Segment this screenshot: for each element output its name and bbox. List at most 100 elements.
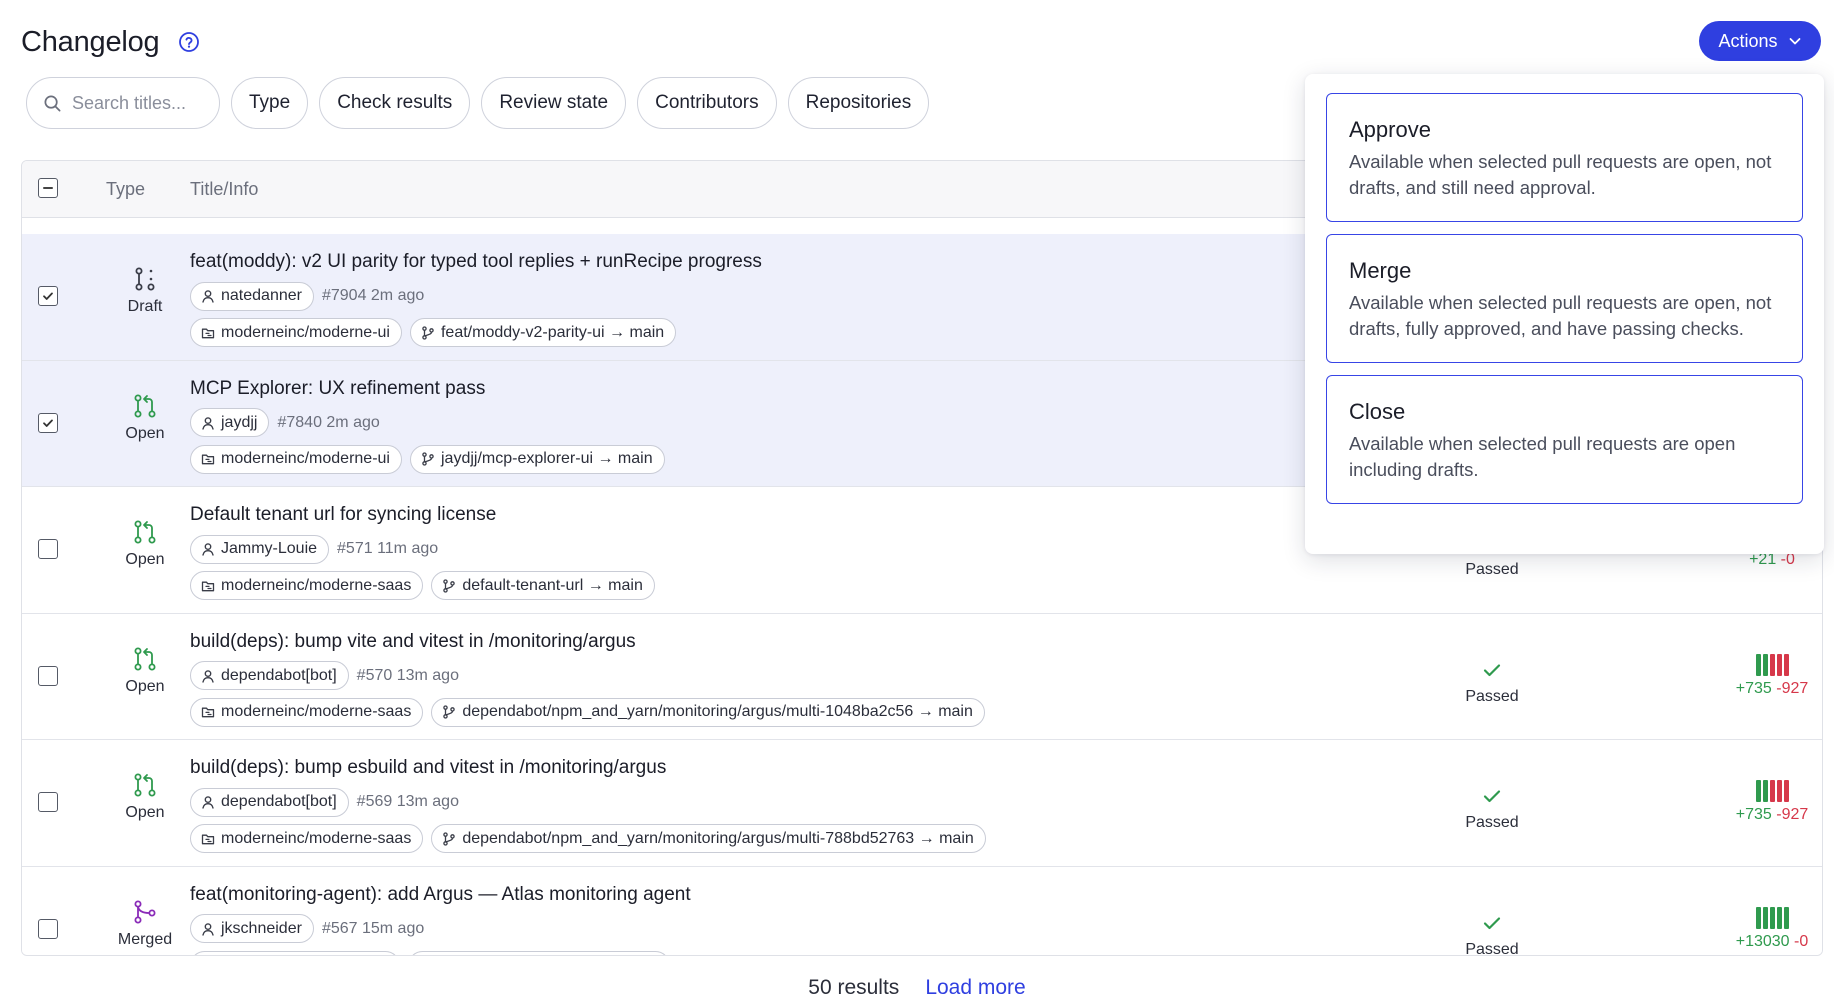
filter-chip-review-state[interactable]: Review state	[481, 77, 627, 129]
column-header-type[interactable]: Type	[106, 179, 145, 200]
check-status: Passed	[1427, 911, 1557, 955]
menu-item-description: Available when selected pull requests ar…	[1349, 433, 1736, 480]
pr-type: Open	[100, 393, 190, 443]
row-checkbox[interactable]	[38, 665, 58, 686]
pr-type-label: Merged	[117, 930, 173, 948]
author-name: dependabot[bot]	[221, 666, 337, 684]
additions: +735	[1735, 679, 1772, 697]
search-input[interactable]	[72, 92, 212, 114]
row-checkbox[interactable]	[38, 792, 58, 812]
pr-tags: moderneinc/moderne-ui feat/moddy-v2-parit…	[190, 318, 762, 348]
author-pill[interactable]: jaydjj	[190, 408, 270, 437]
pr-title[interactable]: build(deps): bump vite and vitest in /mo…	[190, 628, 985, 656]
column-header-title[interactable]: Title/Info	[190, 179, 258, 200]
deletions: -0	[1794, 932, 1809, 950]
table-row[interactable]: Open build(deps): bump esbuild and vitest…	[22, 740, 1822, 867]
minus-icon	[43, 187, 53, 189]
row-checkbox[interactable]	[38, 918, 58, 939]
diff-stats: +735 -927	[1722, 653, 1822, 698]
table-footer: 50 results Load more	[0, 976, 1834, 1000]
pr-meta: natedanner #7904 2m ago	[190, 281, 762, 311]
diff-text: +13030 -0	[1736, 933, 1809, 951]
filter-chip-type[interactable]: Type	[231, 77, 309, 129]
repo-name: moderneinc/moderne-ui	[221, 323, 390, 341]
pr-number-time: #7840 2m ago	[277, 413, 380, 431]
actions-button[interactable]: Actions	[1699, 21, 1821, 61]
branch-name: jaydjj/mcp-explorer-ui → main	[440, 450, 653, 467]
select-all-checkbox[interactable]	[38, 178, 58, 198]
pr-title[interactable]: Default tenant url for syncing license	[190, 501, 655, 529]
branch-icon	[443, 831, 456, 846]
row-checkbox[interactable]	[38, 539, 58, 559]
pr-tags: moderneinc/moderne-ui jaydjj/mcp-explorer…	[190, 444, 665, 475]
filter-chip-repositories[interactable]: Repositories	[787, 77, 930, 129]
repo-pill[interactable]: moderneinc/moderne-ui	[190, 444, 402, 474]
pr-title[interactable]: feat(moddy): v2 UI parity for typed tool…	[190, 248, 762, 276]
pr-info: feat(moddy): v2 UI parity for typed tool…	[190, 248, 762, 348]
pr-info: MCP Explorer: UX refinement pass jaydjj #7…	[190, 375, 665, 475]
menu-item-close[interactable]: Close Available when selected pull reque…	[1326, 375, 1803, 504]
pr-type: Open	[100, 646, 190, 696]
branch-pill[interactable]: default-tenant-url → main	[431, 571, 655, 600]
author-name: natedanner	[221, 287, 302, 304]
repo-pill[interactable]: moderneinc/moderne-saas	[190, 697, 424, 727]
repo-icon	[201, 834, 215, 844]
filter-chip-contributors[interactable]: Contributors	[637, 77, 777, 129]
pr-info: feat(monitoring-agent): add Argus — Atla…	[190, 881, 691, 955]
pr-meta: dependabot[bot] #570 13m ago	[190, 661, 985, 691]
search-box[interactable]	[26, 77, 220, 129]
repo-name: moderneinc/moderne-saas	[221, 703, 412, 720]
actions-menu: Approve Available when selected pull req…	[1305, 74, 1824, 554]
author-pill[interactable]: Jammy-Louie	[190, 534, 330, 564]
pr-type: Open	[100, 519, 190, 569]
filter-bar: Type Check results Review state Contribu…	[26, 77, 930, 129]
author-pill[interactable]: dependabot[bot]	[190, 661, 349, 690]
row-checkbox[interactable]	[38, 412, 58, 433]
repo-pill[interactable]	[190, 950, 400, 955]
repo-pill[interactable]: moderneinc/moderne-saas	[190, 824, 424, 853]
load-more-link[interactable]: Load more	[925, 976, 1025, 1000]
pr-number-time: #569 13m ago	[356, 793, 459, 810]
menu-item-merge[interactable]: Merge Available when selected pull reque…	[1326, 234, 1803, 363]
pr-meta: jkschneider #567 15m ago	[190, 914, 691, 944]
pr-info: Default tenant url for syncing license Ja…	[190, 501, 655, 601]
branch-pill[interactable]: feat/moddy-v2-parity-ui → main	[409, 318, 677, 347]
branch-pill[interactable]: dependabot/npm_and_yarn/monitoring/argus…	[431, 824, 986, 853]
page-title: Changelog	[21, 25, 160, 58]
diff-bar-add	[1776, 906, 1782, 929]
author-pill[interactable]: jkschneider	[190, 914, 314, 943]
help-icon[interactable]	[178, 31, 200, 53]
menu-item-title: Close	[1349, 399, 1406, 424]
branch-pill[interactable]: dependabot/npm_and_yarn/monitoring/argus…	[431, 697, 985, 727]
branch-pill[interactable]	[408, 950, 670, 955]
diff-bar-add	[1783, 906, 1789, 929]
table-row[interactable]: Open build(deps): bump vite and vitest in…	[22, 613, 1822, 740]
user-icon	[202, 796, 214, 809]
pr-type-label: Open	[125, 804, 165, 821]
repo-pill[interactable]: moderneinc/moderne-saas	[190, 571, 424, 600]
diff-bars	[1755, 780, 1789, 802]
branch-icon	[443, 578, 456, 593]
branch-icon	[443, 705, 456, 719]
author-pill[interactable]: dependabot[bot]	[190, 787, 349, 817]
pr-title[interactable]: feat(monitoring-agent): add Argus — Atla…	[190, 881, 691, 909]
diff-bar-add	[1755, 906, 1761, 929]
pr-title[interactable]: MCP Explorer: UX refinement pass	[190, 375, 665, 403]
table-row[interactable]: Merged feat(monitoring-agent): add Argus …	[22, 866, 1822, 955]
open-pr-icon	[132, 393, 158, 419]
repo-icon	[201, 328, 215, 338]
menu-item-title: Approve	[1349, 117, 1431, 142]
filter-chip-check-results[interactable]: Check results	[319, 77, 471, 129]
menu-item-description: Available when selected pull requests ar…	[1349, 151, 1772, 198]
author-pill[interactable]: natedanner	[190, 281, 314, 311]
check-icon	[1483, 663, 1501, 676]
pr-number-time: #567 15m ago	[321, 919, 425, 937]
pr-title[interactable]: build(deps): bump esbuild and vitest in …	[190, 754, 986, 782]
menu-item-title: Merge	[1349, 258, 1412, 283]
check-status-label: Passed	[1465, 814, 1519, 831]
menu-item-approve[interactable]: Approve Available when selected pull req…	[1326, 93, 1803, 222]
branch-icon	[422, 325, 434, 340]
repo-pill[interactable]: moderneinc/moderne-ui	[190, 318, 402, 347]
branch-pill[interactable]: jaydjj/mcp-explorer-ui → main	[409, 444, 665, 474]
row-checkbox[interactable]	[38, 286, 58, 306]
